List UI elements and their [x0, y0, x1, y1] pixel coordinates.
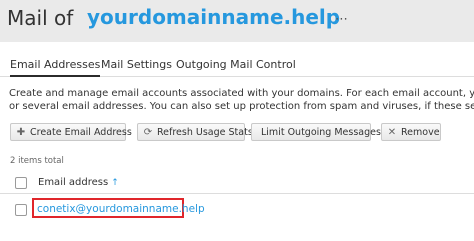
remove-label: Remove — [401, 127, 440, 138]
limit-outgoing-messages-label: Limit Outgoing Messages — [261, 127, 381, 138]
page-title-domain[interactable]: yourdomainname.help — [87, 5, 340, 29]
plus-icon: ✚ — [16, 127, 26, 138]
refresh-usage-stats-label: Refresh Usage Stats — [157, 127, 253, 138]
sort-up-arrow-icon: ↑ — [111, 178, 119, 188]
table-row: conetix@yourdomainname.help — [0, 196, 474, 222]
close-icon: ✕ — [387, 127, 397, 138]
description-line-2: or several email addresses. You can also… — [9, 101, 474, 112]
select-all-checkbox[interactable] — [15, 177, 27, 189]
refresh-usage-stats-button[interactable]: ⟳ Refresh Usage Stats — [137, 123, 253, 141]
tab-email-addresses[interactable]: Email Addresses — [10, 58, 101, 77]
create-email-address-label: Create Email Address — [30, 127, 132, 138]
page-title-prefix: Mail of — [7, 6, 74, 30]
page-header: Mail of yourdomainname.help ⋯ — [0, 0, 474, 42]
tab-outgoing-mail-control[interactable]: Outgoing Mail Control — [176, 58, 296, 71]
email-address-link[interactable]: conetix@yourdomainname.help — [37, 203, 205, 215]
column-header-email[interactable]: Email address ↑ — [38, 177, 119, 188]
refresh-icon: ⟳ — [143, 127, 153, 138]
limit-outgoing-messages-button[interactable]: Limit Outgoing Messages — [251, 123, 381, 141]
more-dots-icon[interactable]: ⋯ — [335, 12, 349, 27]
description-line-1: Create and manage email accounts associa… — [9, 88, 474, 99]
tab-mail-settings[interactable]: Mail Settings — [101, 58, 172, 71]
remove-button[interactable]: ✕ Remove — [381, 123, 441, 141]
create-email-address-button[interactable]: ✚ Create Email Address — [10, 123, 132, 141]
page-description: Create and manage email accounts associa… — [9, 87, 474, 113]
tab-bar: Email Addresses Mail Settings Outgoing M… — [0, 56, 474, 77]
table-header-row: Email address ↑ — [0, 171, 474, 194]
row-checkbox[interactable] — [15, 204, 27, 216]
items-total: 2 items total — [10, 156, 64, 166]
column-header-email-label: Email address — [38, 177, 109, 188]
